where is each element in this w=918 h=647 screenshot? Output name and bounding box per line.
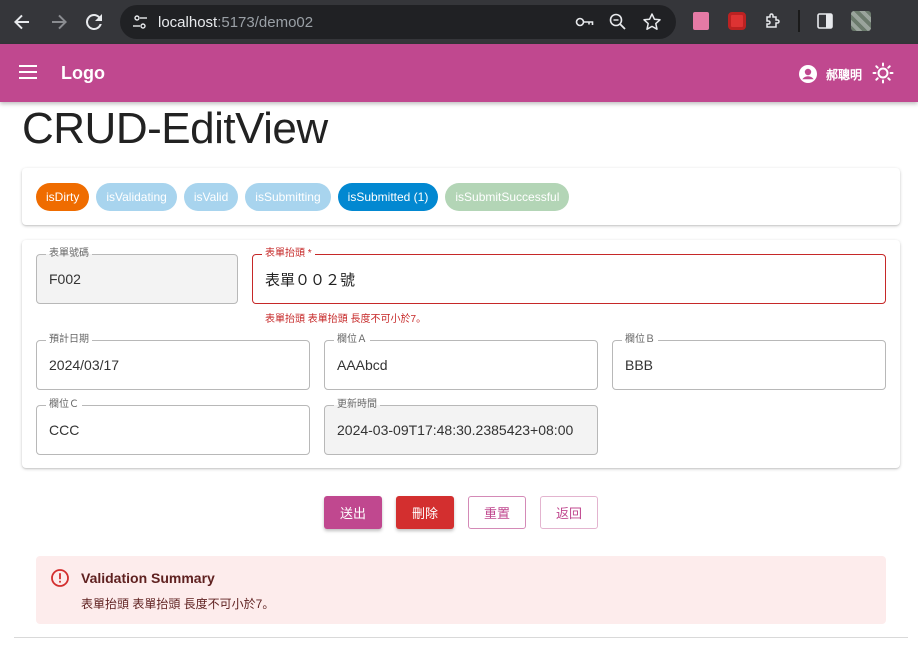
field-a-value: AAAbcd <box>337 357 388 373</box>
divider <box>14 637 908 638</box>
submit-button[interactable]: 送出 <box>324 496 382 529</box>
planned-date-field[interactable]: 預計日期 2024/03/17 <box>36 333 310 390</box>
form-title-error: 表單抬頭 表單抬頭 長度不可小於7。 <box>265 314 427 325</box>
hamburger-menu-icon[interactable] <box>18 63 40 83</box>
field-c[interactable]: 欄位Ｃ CCC <box>36 398 310 455</box>
chip-is-dirty: isDirty <box>36 182 90 211</box>
user-menu[interactable]: 郝聰明 <box>798 64 862 84</box>
extension-red-icon[interactable] <box>726 10 748 32</box>
account-circle-icon <box>799 65 817 83</box>
form-title-value: 表單００２號 <box>265 271 356 289</box>
app-logo[interactable]: Logo <box>61 63 105 84</box>
planned-date-value: 2024/03/17 <box>49 357 120 373</box>
form-no-field[interactable]: 表單號碼 F002 <box>36 247 238 304</box>
extensions-puzzle-icon[interactable] <box>762 10 784 32</box>
url-text: localhost:5173/demo02 <box>158 14 313 31</box>
theme-toggle-sun-icon[interactable] <box>872 62 894 84</box>
user-name: 郝聰明 <box>826 67 863 82</box>
url-path: :5173/demo02 <box>217 13 314 31</box>
form-title-field[interactable]: 表單抬頭 * 表單００２號 <box>252 247 886 304</box>
back-arrow-icon[interactable] <box>10 10 34 34</box>
validation-summary-alert: Validation Summary 表單抬頭 表單抬頭 長度不可小於7。 <box>36 556 886 624</box>
extension-pink-icon[interactable] <box>690 10 712 32</box>
form-state-chips: isDirty isValidating isValid isSubmittin… <box>22 168 900 225</box>
zoom-icon[interactable] <box>608 12 628 37</box>
key-icon[interactable] <box>574 12 594 37</box>
error-outline-icon <box>50 568 70 588</box>
chip-is-valid: isValid <box>183 182 239 211</box>
chip-is-submitting: isSubmitting <box>245 182 331 211</box>
form-no-value: F002 <box>49 271 81 287</box>
page-title: CRUD-EditView <box>22 104 328 153</box>
alert-title: Validation Summary <box>81 570 215 586</box>
reload-icon[interactable] <box>82 10 106 34</box>
back-button[interactable]: 返回 <box>540 496 598 529</box>
field-b-value: BBB <box>625 357 654 373</box>
field-a[interactable]: 欄位Ａ AAAbcd <box>324 333 598 390</box>
updated-at-field[interactable]: 更新時間 2024-03-09T17:48:30.2385423+08:00 <box>324 398 598 455</box>
bookmark-star-icon[interactable] <box>642 12 662 37</box>
site-settings-icon[interactable] <box>130 12 150 32</box>
field-b[interactable]: 欄位Ｂ BBB <box>612 333 886 390</box>
side-panel-icon[interactable] <box>814 10 836 32</box>
delete-button[interactable]: 刪除 <box>396 496 454 529</box>
app-bar: Logo 郝聰明 <box>0 44 918 102</box>
toolbar-separator <box>798 10 800 32</box>
profile-avatar-icon[interactable] <box>850 10 872 32</box>
alert-message: 表單抬頭 表單抬頭 長度不可小於7。 <box>81 597 275 611</box>
forward-arrow-icon[interactable] <box>47 10 71 34</box>
updated-at-value: 2024-03-09T17:48:30.2385423+08:00 <box>337 422 574 438</box>
reset-button[interactable]: 重置 <box>468 496 526 529</box>
chip-is-submitted: isSubmitted (1) <box>337 182 439 211</box>
url-host: localhost <box>158 13 218 31</box>
field-c-value: CCC <box>49 422 80 438</box>
chip-is-validating: isValidating <box>96 182 177 211</box>
chip-is-submit-successful: isSubmitSuccessful <box>445 182 570 211</box>
browser-toolbar: localhost:5173/demo02 <box>0 0 918 44</box>
address-bar[interactable]: localhost:5173/demo02 <box>120 5 676 39</box>
